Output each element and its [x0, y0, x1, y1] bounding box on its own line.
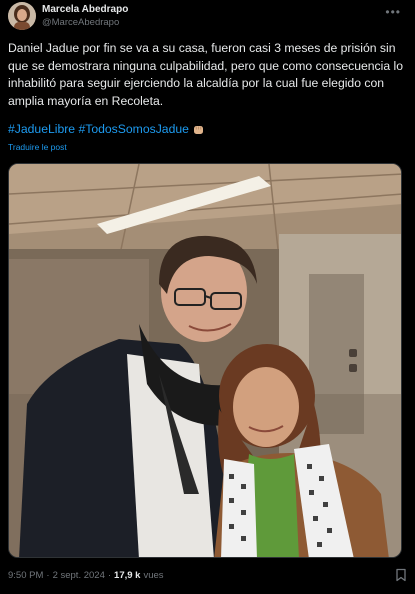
translate-link[interactable]: Traduire le post — [8, 142, 67, 152]
tweet-photo[interactable] — [8, 163, 402, 558]
separator: · — [107, 570, 112, 581]
separator: · — [46, 570, 50, 581]
author-handle[interactable]: @MarceAbedrapo — [42, 16, 128, 29]
hashtags[interactable]: #JadueLibre #TodosSomosJadue — [8, 122, 189, 136]
author-names: Marcela Abedrapo @MarceAbedrapo — [42, 3, 128, 29]
tweet-header: Marcela Abedrapo @MarceAbedrapo ••• — [8, 0, 407, 32]
views-label: vues — [143, 570, 164, 581]
tweet-time[interactable]: 9:50 PM — [8, 570, 43, 581]
tweet-text: Daniel Jadue por fin se va a su casa, fu… — [8, 41, 403, 108]
more-dots-icon[interactable]: ••• — [385, 5, 401, 19]
raised-fist-emoji — [192, 123, 205, 136]
author-display-name[interactable]: Marcela Abedrapo — [42, 3, 128, 16]
tweet-date[interactable]: 2 sept. 2024 — [53, 570, 105, 581]
tweet-meta: 9:50 PM · 2 sept. 2024 · 17,9 k vues — [8, 570, 164, 581]
tweet: Marcela Abedrapo @MarceAbedrapo ••• Dani… — [0, 0, 415, 594]
avatar[interactable] — [8, 2, 36, 30]
bookmark-icon[interactable] — [395, 568, 407, 582]
views-count: 17,9 k — [114, 570, 141, 581]
hashtag-line: #JadueLibre #TodosSomosJadue — [8, 122, 205, 136]
